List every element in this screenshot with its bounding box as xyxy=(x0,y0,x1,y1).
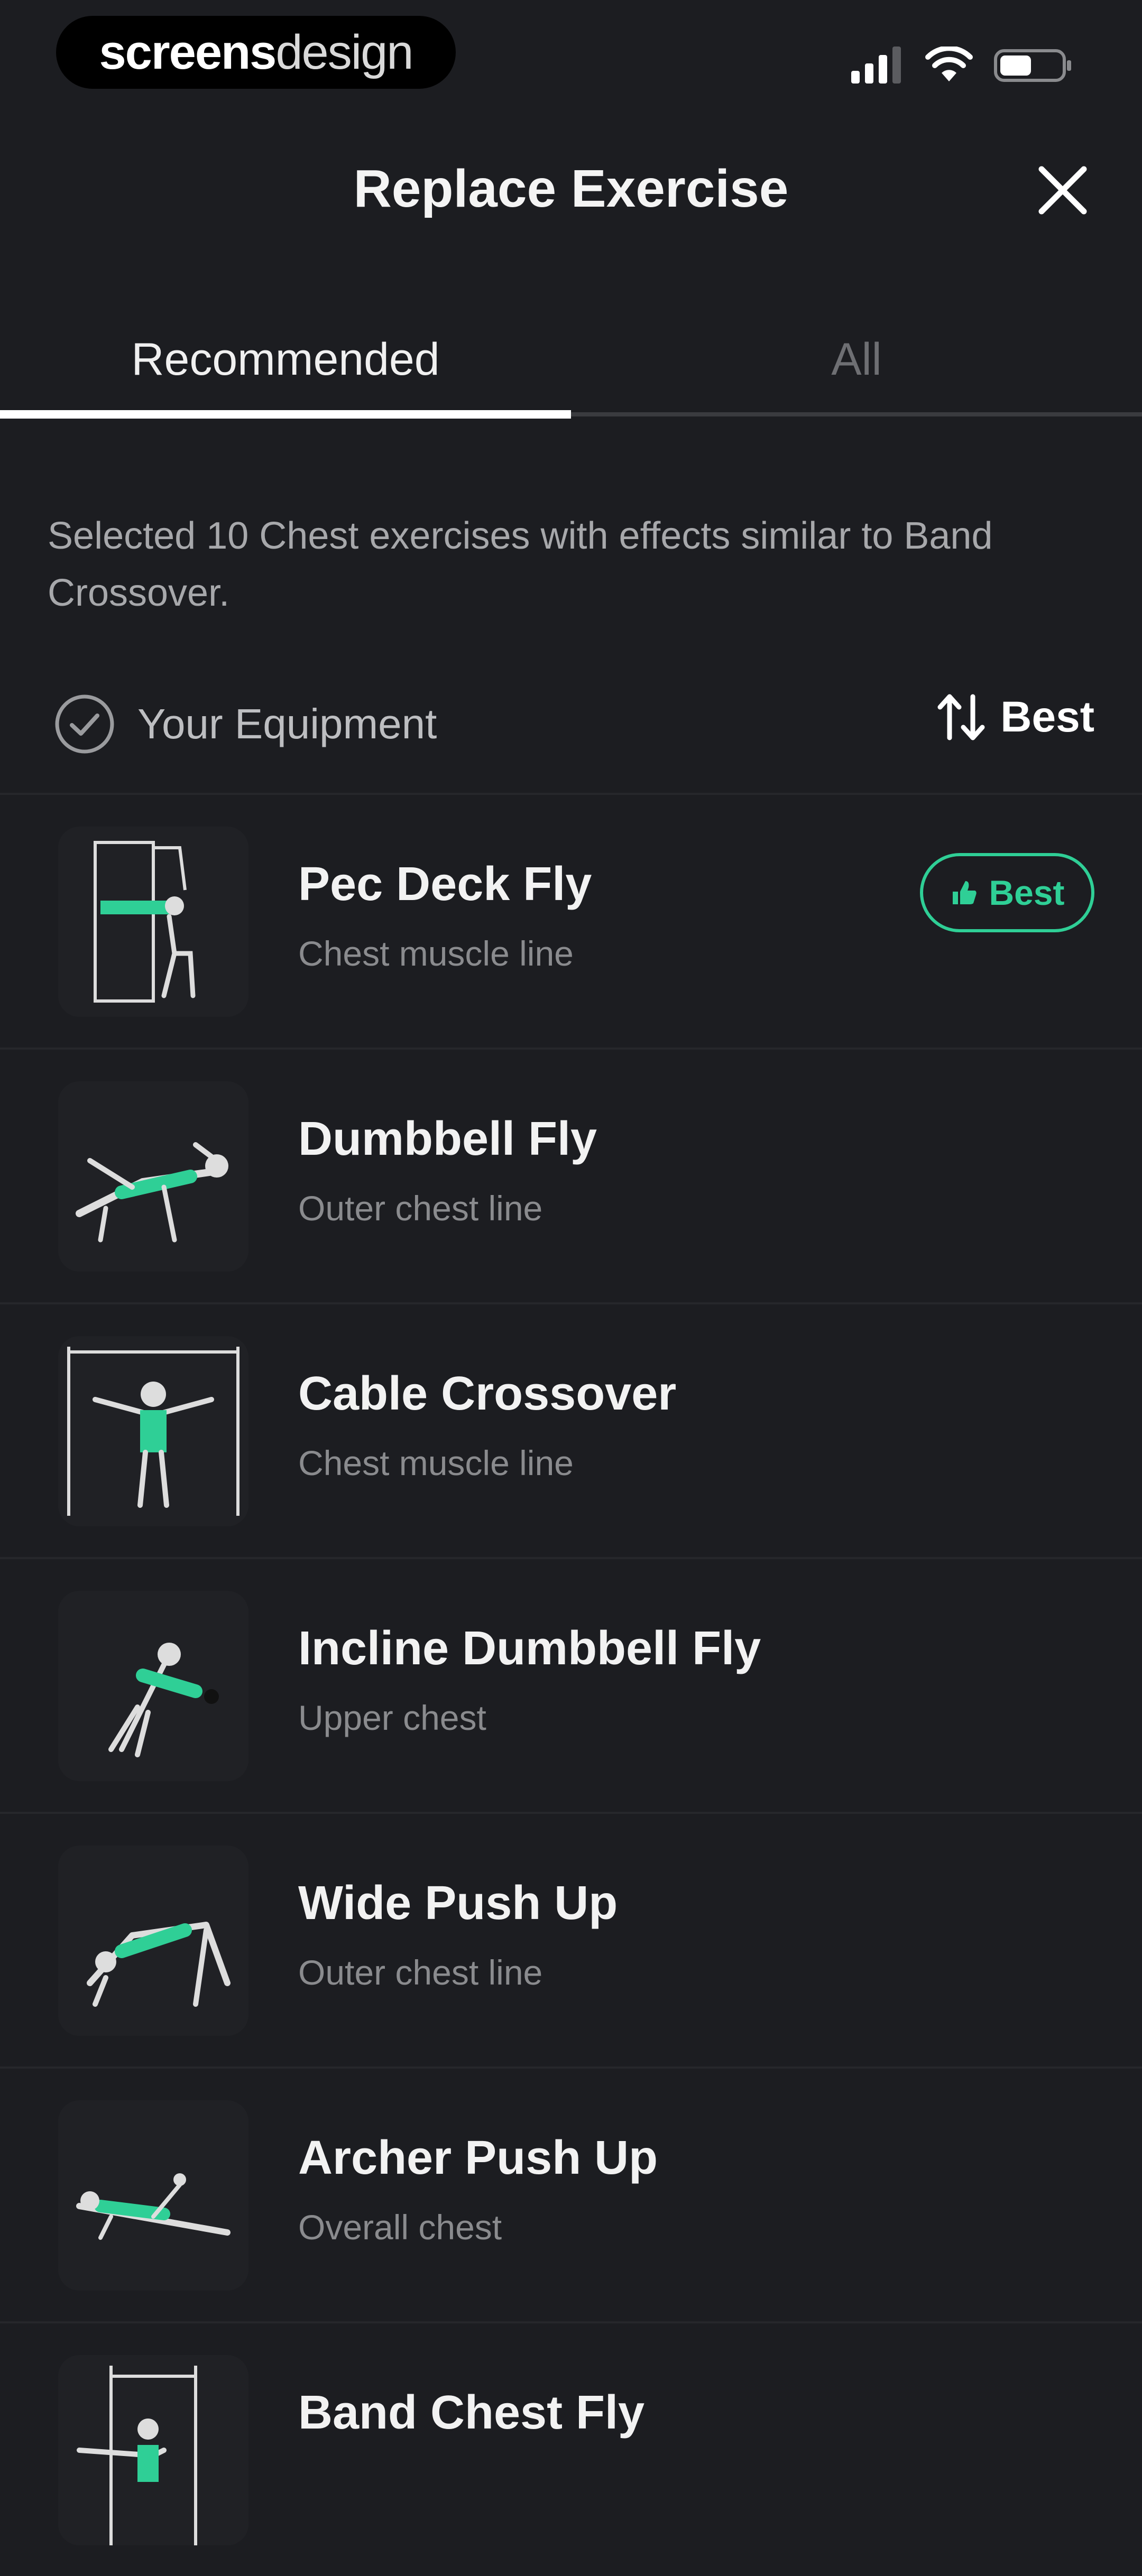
exercise-row-band-chest-fly[interactable]: Band Chest Fly xyxy=(0,2321,1142,2576)
close-icon xyxy=(1038,166,1087,215)
page-title: Replace Exercise xyxy=(353,159,789,218)
exercise-thumbnail xyxy=(58,1336,248,1526)
tab-recommended[interactable]: Recommended xyxy=(0,328,571,391)
band-chest-fly-illustration xyxy=(77,2366,197,2545)
wifi-icon xyxy=(925,47,973,81)
exercise-thumbnail xyxy=(58,2355,248,2545)
brand-secondary: design xyxy=(275,25,413,79)
exercise-subtitle: Chest muscle line xyxy=(298,934,574,973)
exercise-row-cable-crossover[interactable]: Cable Crossover Chest muscle line xyxy=(0,1302,1142,1557)
thumbs-up-icon xyxy=(953,881,977,904)
exercise-thumbnail xyxy=(58,1591,248,1781)
exercise-name: Dumbbell Fly xyxy=(298,1113,597,1165)
sort-button[interactable]: Best xyxy=(936,692,1094,742)
exercise-row-dumbbell-fly[interactable]: Dumbbell Fly Outer chest line xyxy=(0,1048,1142,1302)
pec-deck-machine-illustration xyxy=(94,841,196,1003)
exercise-name: Incline Dumbbell Fly xyxy=(298,1622,761,1675)
exercise-row-wide-push-up[interactable]: Wide Push Up Outer chest line xyxy=(0,1812,1142,2067)
exercise-name: Pec Deck Fly xyxy=(298,858,592,911)
exercise-row-incline-dumbbell-fly[interactable]: Incline Dumbbell Fly Upper chest xyxy=(0,1557,1142,1812)
status-icons xyxy=(851,47,1073,84)
exercise-name: Archer Push Up xyxy=(298,2132,658,2184)
wide-push-up-illustration xyxy=(87,1922,231,2007)
tab-active-indicator xyxy=(0,410,571,419)
signal-icon xyxy=(851,47,901,84)
cable-crossover-illustration xyxy=(67,1347,240,1516)
brand-logo: screens design xyxy=(56,16,456,89)
check-circle-icon xyxy=(55,694,114,754)
exercise-thumbnail xyxy=(58,1081,248,1272)
exercise-thumbnail xyxy=(58,827,248,1017)
exercise-subtitle: Outer chest line xyxy=(298,1953,543,1992)
exercise-name: Wide Push Up xyxy=(298,1877,618,1930)
exercise-subtitle: Chest muscle line xyxy=(298,1443,574,1482)
exercise-thumbnail xyxy=(58,1846,248,2036)
archer-push-up-illustration xyxy=(76,2173,231,2240)
recommendation-description: Selected 10 Chest exercises with effects… xyxy=(48,515,993,614)
exercise-name: Cable Crossover xyxy=(298,1367,677,1420)
your-equipment-label: Your Equipment xyxy=(137,700,437,747)
exercise-subtitle: Outer chest line xyxy=(298,1189,543,1228)
exercise-list: Pec Deck Fly Chest muscle line Best Dumb… xyxy=(0,793,1142,2576)
sort-icon xyxy=(937,694,985,740)
exercise-subtitle: Overall chest xyxy=(298,2208,502,2247)
best-badge: Best xyxy=(920,853,1094,932)
dumbbell-fly-illustration xyxy=(76,1142,228,1243)
exercise-row-archer-push-up[interactable]: Archer Push Up Overall chest xyxy=(0,2067,1142,2321)
best-badge-label: Best xyxy=(989,873,1065,912)
your-equipment-toggle[interactable]: Your Equipment xyxy=(53,692,437,756)
battery-icon xyxy=(994,49,1071,82)
brand-primary: screens xyxy=(99,25,277,79)
tab-all[interactable]: All xyxy=(571,328,1142,391)
close-button[interactable] xyxy=(1031,159,1094,222)
exercise-row-pec-deck-fly[interactable]: Pec Deck Fly Chest muscle line Best xyxy=(0,793,1142,1048)
exercise-name: Band Chest Fly xyxy=(298,2386,645,2439)
exercise-subtitle: Upper chest xyxy=(298,1698,486,1737)
incline-dumbbell-fly-illustration xyxy=(108,1643,219,1757)
exercise-thumbnail xyxy=(58,2100,248,2291)
sort-label: Best xyxy=(1000,693,1094,741)
